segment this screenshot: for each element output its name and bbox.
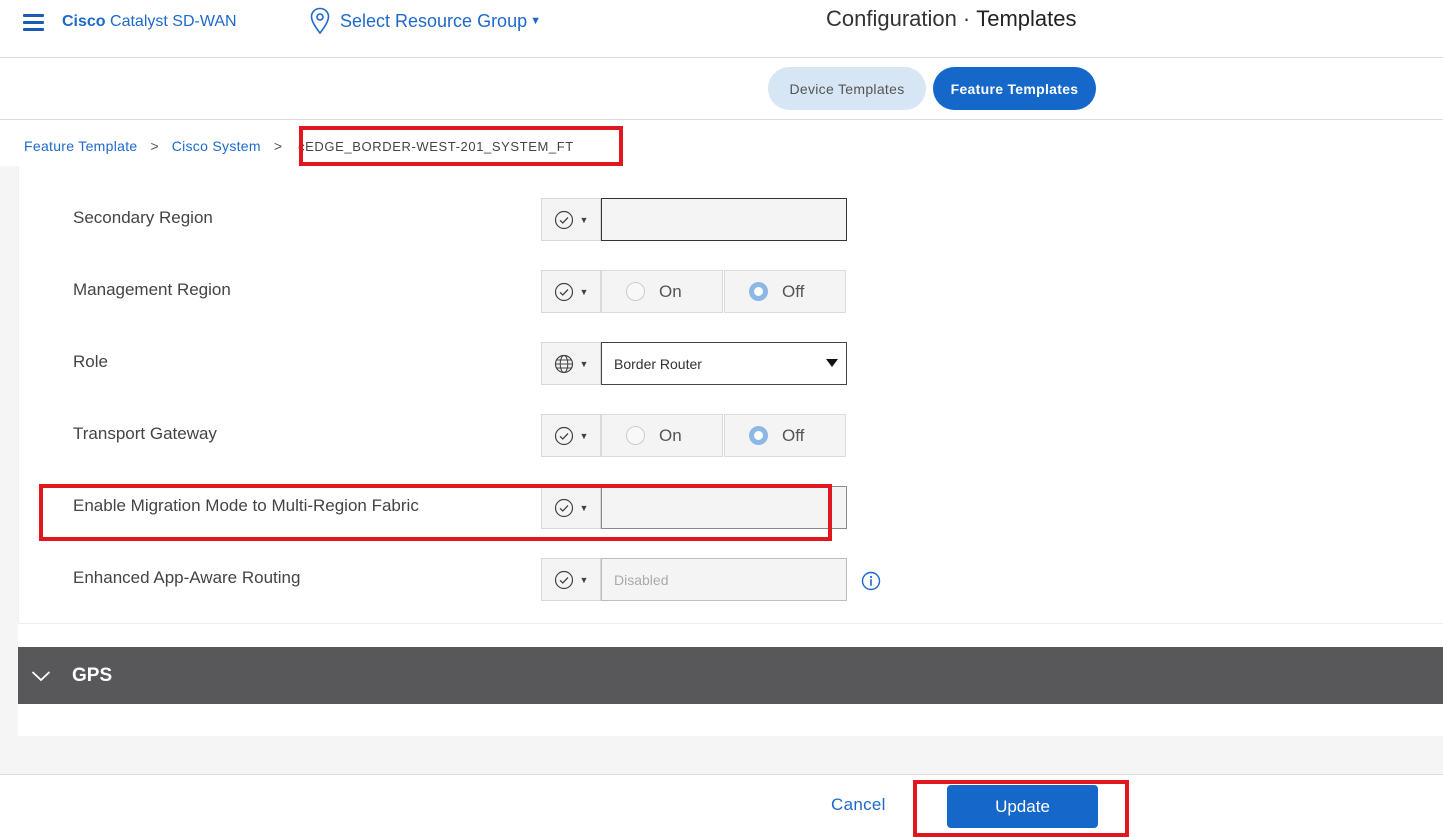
management-region-off-radio[interactable]: Off <box>724 270 846 313</box>
radio-icon <box>626 426 645 445</box>
gps-section-title: GPS <box>72 664 113 686</box>
transport-gateway-off-radio[interactable]: Off <box>724 414 846 457</box>
footer-actions: Cancel Update <box>0 774 1443 837</box>
secondary-region-input[interactable] <box>601 198 847 241</box>
label-transport-gateway: Transport Gateway <box>73 424 217 443</box>
check-circle-icon <box>554 426 573 445</box>
chevron-right-icon: > <box>150 138 159 154</box>
breadcrumb-cisco-system[interactable]: Cisco System <box>172 138 261 154</box>
label-management-region: Management Region <box>73 280 231 299</box>
breadcrumb-feature-template[interactable]: Feature Template <box>24 138 138 154</box>
check-circle-icon <box>554 282 573 301</box>
chevron-right-icon: > <box>273 138 283 154</box>
content-bottom-gutter <box>0 736 1443 774</box>
radio-selected-icon <box>749 282 768 301</box>
globe-icon <box>554 354 573 373</box>
tab-feature-templates[interactable]: Feature Templates <box>933 67 1096 110</box>
tab-device-templates[interactable]: Device Templates <box>768 67 926 110</box>
caret-down-icon: ▼ <box>579 574 589 585</box>
caret-down-icon: ▼ <box>579 358 589 369</box>
enhanced-app-aware-routing-input[interactable]: Disabled <box>601 558 847 601</box>
row-enhanced-app-aware-routing: Enhanced App-Aware Routing ▼ Disabled <box>73 558 973 612</box>
highlight-box-update <box>913 780 1129 837</box>
caret-down-icon: ▼ <box>579 430 589 441</box>
scope-selector[interactable]: ▼ <box>541 414 601 457</box>
label-role: Role <box>73 352 108 371</box>
gps-section: GPS <box>18 624 1443 736</box>
check-circle-icon <box>554 570 573 589</box>
gps-section-header[interactable]: GPS <box>18 647 1443 704</box>
role-select[interactable]: Border Router <box>601 342 847 385</box>
left-gutter <box>0 166 18 736</box>
caret-down-icon: ▼ <box>530 15 541 27</box>
row-secondary-region: Secondary Region ▼ <box>73 198 973 252</box>
location-pin-icon <box>310 7 330 35</box>
brand-logo[interactable]: Cisco Catalyst SD-WAN <box>62 13 237 31</box>
highlight-box-migration-mode <box>39 484 832 541</box>
row-management-region: Management Region ▼ On Off <box>73 270 973 324</box>
scope-selector[interactable]: ▼ <box>541 558 601 601</box>
row-role: Role ▼ Border Router <box>73 342 973 396</box>
scope-selector[interactable]: ▼ <box>541 342 601 385</box>
cancel-button[interactable]: Cancel <box>831 795 886 815</box>
scope-selector[interactable]: ▼ <box>541 270 601 313</box>
radio-icon <box>626 282 645 301</box>
top-header: Cisco Catalyst SD-WAN Select Resource Gr… <box>0 0 1443 58</box>
check-circle-icon <box>554 210 573 229</box>
caret-down-icon: ▼ <box>579 286 589 297</box>
template-tabs: Device Templates Feature Templates <box>0 58 1443 120</box>
system-form: Secondary Region ▼ Management Region ▼ O… <box>18 166 1443 624</box>
page-title: Configuration · Templates <box>826 6 1077 31</box>
chevron-down-icon <box>31 670 51 681</box>
dropdown-arrow-icon <box>826 359 838 367</box>
radio-selected-icon <box>749 426 768 445</box>
highlight-box-template-name <box>299 126 623 166</box>
resource-group-selector[interactable]: Select Resource Group ▼ <box>310 6 541 36</box>
menu-icon[interactable] <box>23 14 45 32</box>
scope-selector[interactable]: ▼ <box>541 198 601 241</box>
label-secondary-region: Secondary Region <box>73 208 213 227</box>
info-icon[interactable] <box>861 571 881 591</box>
resource-group-label: Select Resource Group <box>340 10 528 31</box>
management-region-on-radio[interactable]: On <box>601 270 723 313</box>
row-transport-gateway: Transport Gateway ▼ On Off <box>73 414 973 468</box>
label-enhanced-app-aware-routing: Enhanced App-Aware Routing <box>73 568 301 587</box>
transport-gateway-on-radio[interactable]: On <box>601 414 723 457</box>
caret-down-icon: ▼ <box>579 214 589 225</box>
